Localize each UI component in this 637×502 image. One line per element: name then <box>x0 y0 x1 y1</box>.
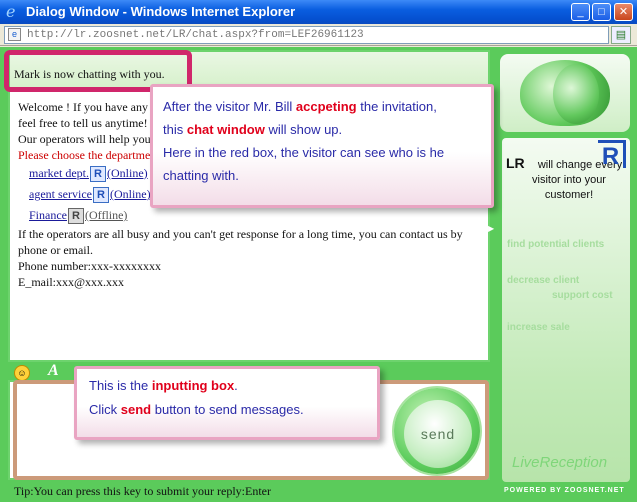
department-link-finance[interactable]: Finance <box>29 208 67 222</box>
close-button[interactable]: ✕ <box>614 3 633 21</box>
annotation-line: Click send button to send messages. <box>89 398 377 422</box>
title-bar: Dialog Window - Windows Internet Explore… <box>0 0 637 24</box>
minimize-button[interactable]: _ <box>571 3 590 21</box>
annotation-text: this <box>163 122 187 137</box>
department-status: (Offline) <box>85 208 128 222</box>
submit-tip: Tip:You can press this key to submit you… <box>14 484 271 498</box>
department-status: (Online) <box>109 187 151 201</box>
annotation-text: . <box>234 378 238 393</box>
advert-faded-line: support cost <box>552 290 613 301</box>
annotation-text: This is the <box>89 378 152 393</box>
window-title: Dialog Window - Windows Internet Explore… <box>26 4 296 19</box>
send-button[interactable]: send <box>404 400 472 468</box>
collapse-sidebar-icon[interactable]: ▶ <box>488 222 496 236</box>
annotation-line: Here in the red box, the visitor can see… <box>163 145 445 160</box>
page-options-icon[interactable]: ▤ <box>611 26 631 44</box>
department-status: (Online) <box>106 166 148 180</box>
annotation-line: After the visitor Mr. Bill accpeting the… <box>163 95 491 118</box>
annotation-line: This is the inputting box. <box>89 374 377 398</box>
annotation-highlight: send <box>120 402 152 417</box>
annotation-highlight: accpeting <box>295 99 357 114</box>
url-field[interactable]: http://lr.zoosnet.net/LR/chat.aspx?from=… <box>4 26 609 44</box>
annotation-input-box: This is the inputting box. Click send bu… <box>74 366 380 440</box>
annotation-text: the invitation, <box>356 99 437 114</box>
email-line: E_mail:xxx@xxx.xxx <box>18 275 125 289</box>
operator-icon: R <box>92 187 109 204</box>
advert-faded-line: find potential clients <box>507 239 605 250</box>
annotation-text: Click <box>89 402 121 417</box>
annotation-line: this chat window will show up. <box>163 118 491 141</box>
powered-by: POWERED BY ZOOSNET.NET <box>504 487 625 494</box>
annotation-text: button to send messages. <box>151 402 304 417</box>
advert-faded-line: increase sale <box>507 322 570 333</box>
advert-faded-line: decrease client <box>507 275 580 286</box>
busy-notice: If the operators are all busy and you ca… <box>18 227 463 257</box>
annotation-highlight: chat window <box>186 122 265 137</box>
annotation-highlight: inputting box <box>151 378 235 393</box>
emoji-icon[interactable]: ☺ <box>14 365 30 381</box>
maximize-button[interactable]: □ <box>592 3 611 21</box>
annotation-text: will show up. <box>264 122 343 137</box>
livereception-logo-leaf-icon <box>553 64 599 124</box>
operator-offline-icon: R <box>68 208 84 225</box>
annotation-text: After the visitor Mr. Bill <box>163 99 296 114</box>
department-link-agent-service[interactable]: agent service <box>29 187 92 201</box>
operator-icon: R <box>89 166 106 183</box>
department-item-finance[interactable]: Finance R (Offline) <box>29 205 478 226</box>
annotation-chat-window: After the visitor Mr. Bill accpeting the… <box>150 84 494 208</box>
annotation-line: chatting with. <box>163 168 239 183</box>
brand-name: LiveReception <box>512 454 608 471</box>
internet-explorer-icon: e <box>6 2 16 21</box>
page-icon: e <box>8 28 21 41</box>
font-style-icon[interactable]: A <box>48 362 59 380</box>
lr-logo-icon: R <box>598 140 626 170</box>
phone-line: Phone number:xxx-xxxxxxxx <box>18 259 161 273</box>
department-link-market[interactable]: market dept. <box>29 166 89 180</box>
